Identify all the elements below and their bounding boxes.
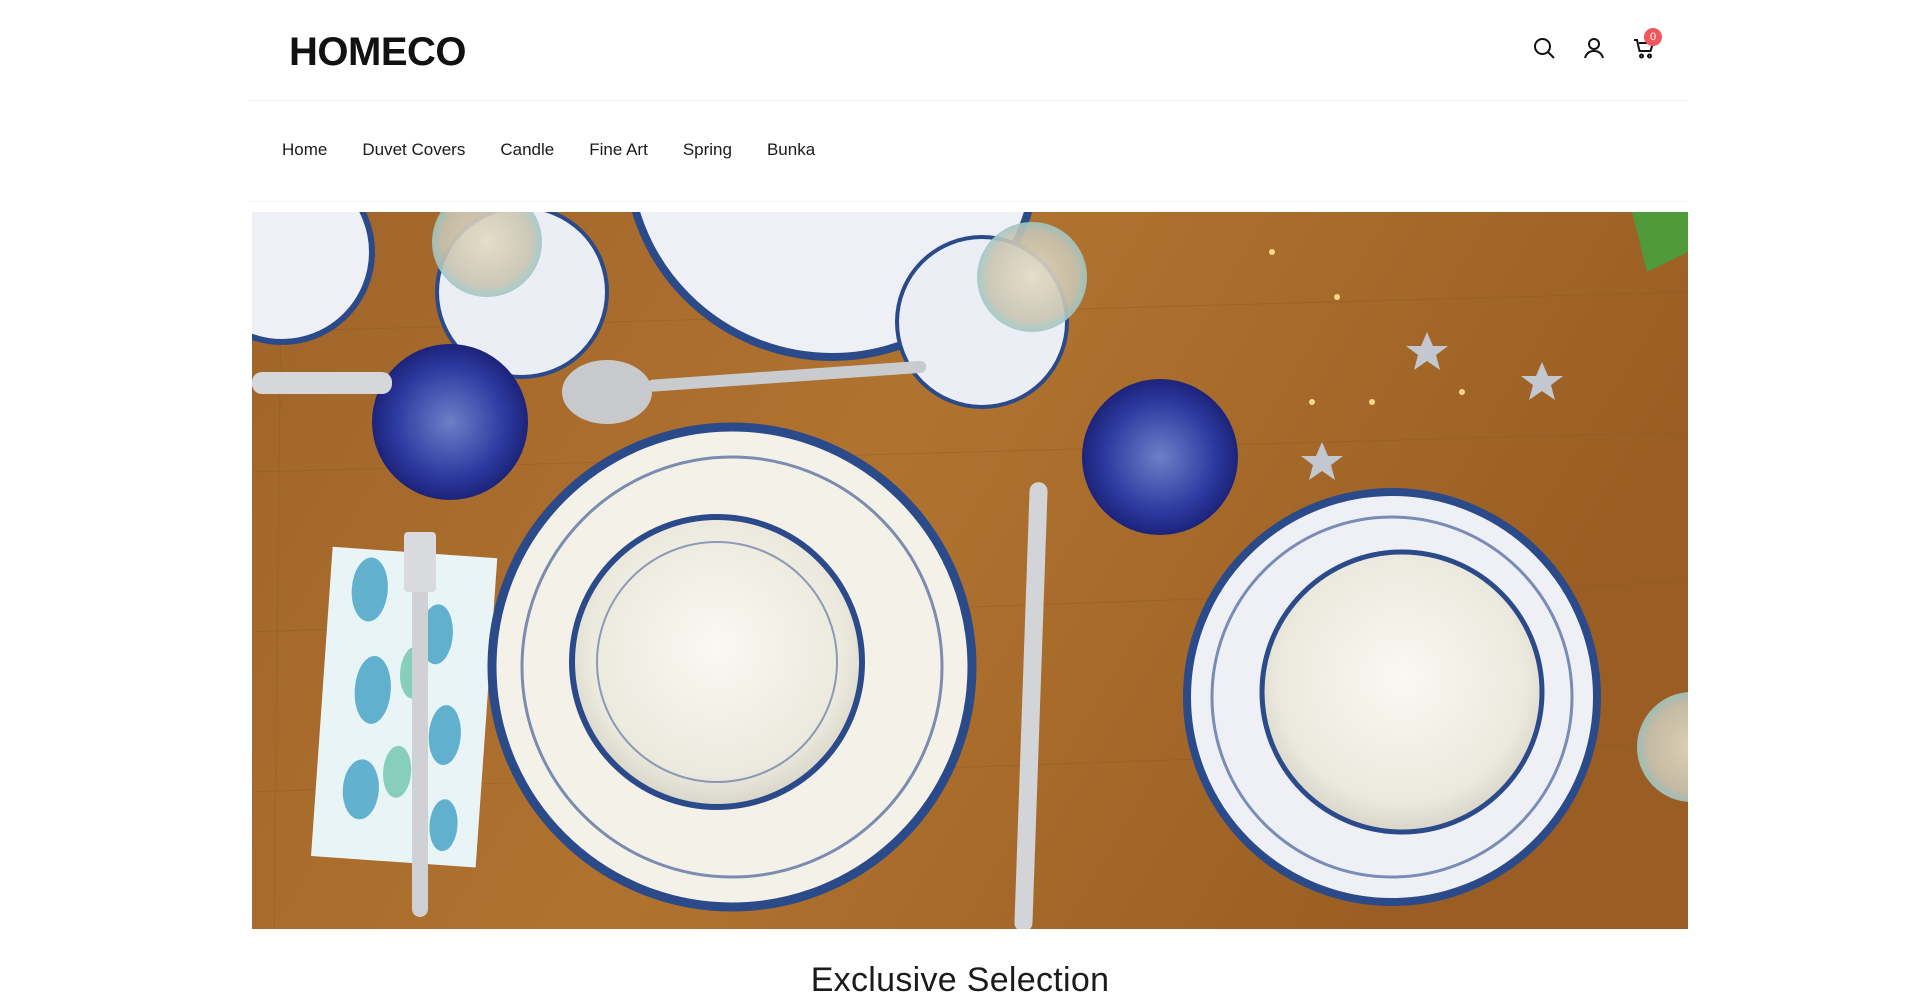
cart-icon[interactable]: 0 bbox=[1630, 28, 1662, 62]
logo[interactable]: HOMECO bbox=[289, 28, 467, 76]
nav-item-spring[interactable]: Spring bbox=[683, 138, 732, 162]
cart-count-badge: 0 bbox=[1644, 28, 1662, 46]
site-header: HOMECO 0 bbox=[248, 0, 1688, 101]
nav-item-candle[interactable]: Candle bbox=[500, 138, 554, 162]
nav-item-bunka[interactable]: Bunka bbox=[767, 138, 815, 162]
nav-item-duvet-covers[interactable]: Duvet Covers bbox=[362, 138, 465, 162]
section-title: Exclusive Selection bbox=[810, 961, 1110, 999]
nav-item-fine-art[interactable]: Fine Art bbox=[589, 138, 648, 162]
table-setting-illustration bbox=[252, 212, 1688, 929]
user-icon[interactable] bbox=[1580, 34, 1608, 62]
nav-item-home[interactable]: Home bbox=[282, 138, 327, 162]
main-nav: Home Duvet Covers Candle Fine Art Spring… bbox=[248, 101, 1688, 202]
hero-image[interactable] bbox=[252, 212, 1688, 929]
header-icons: 0 bbox=[1530, 28, 1662, 62]
search-icon[interactable] bbox=[1530, 34, 1558, 62]
